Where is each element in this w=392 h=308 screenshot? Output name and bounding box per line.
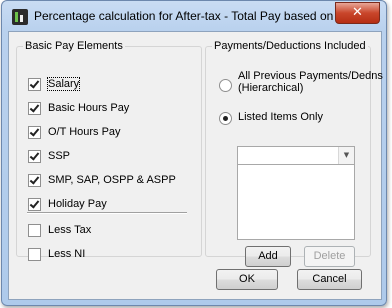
radio-listed-items-only[interactable]: Listed Items Only — [219, 110, 323, 125]
checkbox-box[interactable] — [28, 223, 41, 237]
title-bar[interactable]: Percentage calculation for After-tax - T… — [2, 1, 386, 31]
ok-button[interactable]: OK — [216, 269, 278, 290]
delete-button[interactable]: Delete — [304, 246, 355, 267]
app-icon — [12, 9, 28, 25]
radio-label: All Previous Payments/Dedns (Hierarchica… — [238, 70, 383, 94]
checkbox-label: Holiday Pay — [48, 198, 107, 210]
cancel-button[interactable]: Cancel — [297, 269, 362, 290]
radio-button[interactable] — [219, 79, 232, 92]
add-button-label: Add — [258, 250, 278, 262]
checkbox-box[interactable] — [28, 173, 41, 187]
checkbox-box[interactable] — [28, 197, 41, 211]
checkbox-label: SMP, SAP, OSPP & ASPP — [48, 174, 176, 186]
delete-button-label: Delete — [313, 250, 346, 262]
checkbox-less-ni[interactable]: Less NI — [28, 246, 85, 262]
dialog-body: Basic Pay Elements Salary Basic Hours Pa… — [8, 31, 383, 300]
checkbox-ot-hours-pay[interactable]: O/T Hours Pay — [28, 124, 121, 140]
checkbox-box[interactable] — [28, 125, 41, 139]
checkbox-smp-sap-ospp-aspp[interactable]: SMP, SAP, OSPP & ASPP — [28, 172, 176, 188]
checkbox-box[interactable] — [28, 101, 41, 115]
dialog-title: Percentage calculation for After-tax - T… — [34, 9, 334, 23]
basic-pay-elements-legend: Basic Pay Elements — [25, 40, 123, 52]
basic-pay-elements-group: Basic Pay Elements Salary Basic Hours Pa… — [16, 40, 202, 261]
ok-button-label: OK — [239, 273, 255, 285]
checkbox-basic-hours-pay[interactable]: Basic Hours Pay — [28, 100, 129, 116]
radio-label-line: (Hierarchical) — [238, 82, 304, 94]
radio-label: Listed Items Only — [238, 111, 323, 123]
included-items-list[interactable] — [237, 164, 355, 240]
divider — [27, 212, 187, 214]
close-icon: ✕ — [352, 5, 363, 20]
payments-deductions-group: Payments/Deductions Included All Previou… — [205, 40, 383, 267]
checkbox-label: Basic Hours Pay — [48, 102, 130, 114]
checkbox-less-tax[interactable]: Less Tax — [28, 222, 91, 238]
close-button[interactable]: ✕ — [335, 2, 380, 24]
checkbox-box[interactable] — [28, 77, 41, 91]
checkbox-salary[interactable]: Salary — [28, 76, 81, 92]
cancel-button-label: Cancel — [312, 273, 347, 285]
dialog-window: Percentage calculation for After-tax - T… — [1, 0, 387, 306]
add-button[interactable]: Add — [245, 246, 291, 267]
checkbox-ssp[interactable]: SSP — [28, 148, 70, 164]
checkbox-box[interactable] — [28, 247, 41, 261]
payment-item-combo[interactable]: ▼ — [237, 146, 355, 165]
payments-deductions-legend: Payments/Deductions Included — [214, 40, 366, 52]
checkbox-label: SSP — [48, 150, 71, 162]
checkbox-label: Less Tax — [48, 224, 92, 236]
checkbox-holiday-pay[interactable]: Holiday Pay — [28, 196, 107, 212]
chevron-down-icon[interactable]: ▼ — [338, 147, 354, 164]
checkbox-label: Less NI — [48, 248, 86, 260]
radio-button[interactable] — [219, 112, 232, 125]
checkbox-label: Salary — [46, 77, 81, 91]
radio-label-line: All Previous Payments/Dedns — [238, 70, 383, 82]
checkbox-label: O/T Hours Pay — [48, 126, 121, 138]
checkbox-box[interactable] — [28, 149, 41, 163]
radio-all-previous[interactable]: All Previous Payments/Dedns (Hierarchica… — [219, 70, 383, 94]
